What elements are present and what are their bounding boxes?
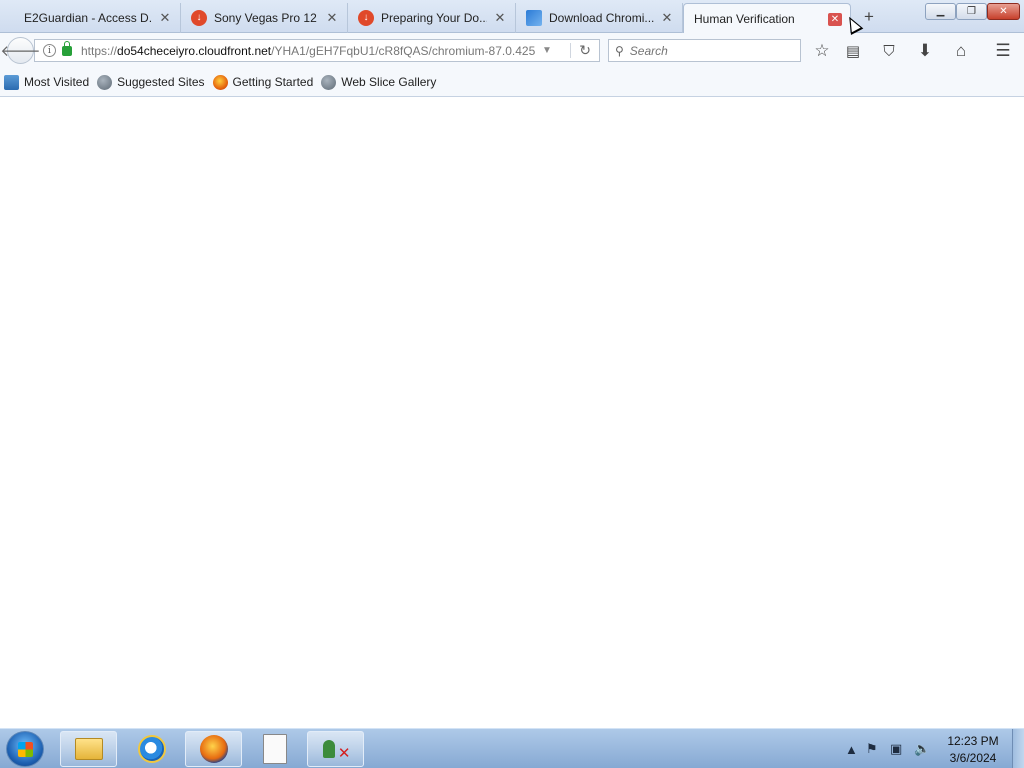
globe-icon [321,74,337,90]
search-input[interactable] [629,43,790,58]
file-icon [262,734,287,764]
close-tab-icon[interactable]: ✕ [660,10,674,25]
firefox-icon [212,74,228,90]
lock-icon [62,40,72,56]
show-desktop-button[interactable] [1012,729,1024,768]
tab-label: Download Chromi... [549,11,654,25]
tab-preparing-download[interactable]: ↓ Preparing Your Do... ✕ [348,3,516,33]
start-button[interactable] [6,731,44,767]
firefox-icon [199,735,228,763]
close-tab-icon[interactable]: ✕ [828,12,842,26]
bookmarks-toolbar: Most Visited Suggested Sites Getting Sta… [0,68,1024,97]
network-users-icon [321,736,351,762]
network-tray-icon[interactable]: ▣ [890,729,902,768]
close-tab-icon[interactable]: ✕ [325,10,339,25]
download-icon: ↓ [358,10,374,26]
close-tab-icon[interactable]: ✕ [493,10,507,25]
page-content [0,97,1024,728]
tab-download-chromium[interactable]: Download Chromi... ✕ [516,3,683,33]
url-scheme: https:// [81,43,118,58]
restore-button[interactable]: ❐ [956,3,987,20]
tab-strip: E2Guardian - Access D... ✕ ↓ Sony Vegas … [0,0,1024,34]
folder-icon [74,738,103,760]
volume-icon[interactable]: 🔈 [914,729,930,768]
close-tab-icon[interactable]: ✕ [158,10,172,25]
bookmark-label: Getting Started [232,75,314,89]
clock-time: 12:23 PM [947,734,999,748]
reload-icon[interactable]: ↻ [579,42,591,59]
bookmark-most-visited[interactable]: Most Visited [4,74,90,90]
home-icon[interactable]: ⌂ [950,40,972,62]
downloads-icon[interactable]: ⬇ [914,40,936,62]
tab-label: E2Guardian - Access D... [24,11,152,25]
chromium-icon [526,10,542,26]
pocket-icon[interactable]: ⛉ [878,40,900,62]
url-text[interactable]: https://do54checeiyro.cloudfront.net/YHA… [81,44,536,58]
back-button[interactable]: 🡐 [0,37,41,64]
tab-human-verification[interactable]: Human Verification ✕ [683,3,851,34]
url-history-dropdown-icon[interactable]: ▼ [542,45,552,56]
system-clock[interactable]: 12:23 PM 3/6/2024 [942,733,1004,767]
bookmark-web-slice-gallery[interactable]: Web Slice Gallery [321,74,437,90]
taskbar-file[interactable] [246,731,303,767]
site-info-icon[interactable]: i [43,44,56,57]
minimize-button[interactable]: ▁ [925,3,956,20]
bookmark-label: Most Visited [24,75,90,89]
globe-icon [97,74,113,90]
download-icon: ↓ [191,10,207,26]
taskbar: ▲ ⚑ ▣ 🔈 12:23 PM 3/6/2024 [0,728,1024,768]
search-bar[interactable]: ⚲ [608,39,801,62]
window-close-button[interactable]: ✕ [987,3,1020,20]
address-bar[interactable]: i https://do54checeiyro.cloudfront.net/Y… [34,39,600,62]
menu-icon[interactable]: ☰ [992,40,1014,62]
bookmarks-menu-icon[interactable]: ▤ [842,40,864,62]
url-separator [570,43,571,58]
clock-date: 3/6/2024 [949,751,997,765]
bookmark-suggested-sites[interactable]: Suggested Sites [97,74,205,90]
taskbar-firefox[interactable] [185,731,242,767]
tab-sony-vegas[interactable]: ↓ Sony Vegas Pro 12 ... ✕ [181,3,348,33]
bookmark-label: Suggested Sites [117,75,205,89]
tab-label: Preparing Your Do... [381,11,487,25]
tab-e2guardian[interactable]: E2Guardian - Access D... ✕ [14,3,181,33]
taskbar-internet-explorer[interactable] [123,731,180,767]
show-hidden-icons[interactable]: ▲ [845,729,858,768]
search-icon: ⚲ [615,43,624,58]
internet-explorer-icon [137,735,166,763]
taskbar-explorer[interactable] [60,731,117,767]
taskbar-network[interactable] [307,731,364,767]
tab-label: Human Verification [694,12,795,26]
bookmark-star-icon[interactable]: ☆ [811,40,833,62]
url-path: /YHA1/gEH7FqbU1/cR8fQAS/chromium-87.0.42… [271,43,536,58]
tab-label: Sony Vegas Pro 12 ... [214,11,319,25]
navigation-toolbar: i https://do54checeiyro.cloudfront.net/Y… [0,33,1024,68]
bookmark-getting-started[interactable]: Getting Started [212,74,314,90]
action-center-flag-icon[interactable]: ⚑ [866,729,878,768]
url-host: do54checeiyro.cloudfront.net [117,43,272,58]
bookmark-label: Web Slice Gallery [341,75,437,89]
most-visited-icon [4,74,19,90]
